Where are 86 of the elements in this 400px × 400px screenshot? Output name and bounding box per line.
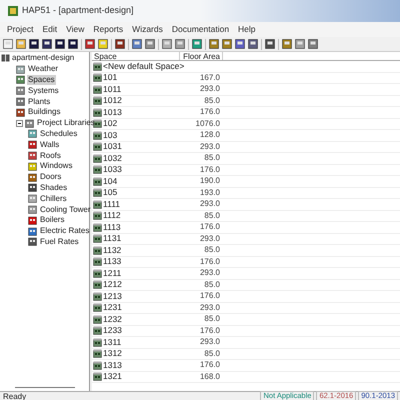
tree-item[interactable]: Schedules xyxy=(39,128,78,139)
tree-item[interactable]: Project Libraries xyxy=(36,118,96,128)
app-icon xyxy=(8,6,18,16)
space-name[interactable]: 1311 xyxy=(103,336,122,349)
tree-item[interactable]: Cooling Tower xyxy=(39,204,92,215)
tree-item[interactable]: Windows xyxy=(39,161,74,172)
tree-item[interactable]: Buildings xyxy=(27,107,62,118)
space-name[interactable]: 1211 xyxy=(103,266,122,280)
floor-area: 176.0 xyxy=(200,359,220,372)
tree-item[interactable]: Shades xyxy=(39,182,68,193)
menu-item[interactable]: Help xyxy=(238,23,256,36)
floor-area: 293.0 xyxy=(200,232,220,245)
space-name[interactable]: 1231 xyxy=(103,301,122,314)
floor-area: 176.0 xyxy=(200,256,220,268)
floor-area: 293.0 xyxy=(200,267,220,280)
space-name[interactable]: 1111 xyxy=(103,198,120,211)
tree-item[interactable]: Systems xyxy=(27,86,60,96)
window-title: HAP51 - [apartment-design] xyxy=(22,4,134,18)
tree-item[interactable]: Roofs xyxy=(39,150,62,161)
space-name[interactable]: 1011 xyxy=(103,82,122,96)
floor-area: 293.0 xyxy=(200,336,220,348)
column-header[interactable]: Floor Area xyxy=(180,52,223,60)
space-name[interactable]: 1132 xyxy=(103,244,122,257)
floor-area: 167.0 xyxy=(200,72,220,84)
space-name[interactable]: 101 xyxy=(103,71,118,84)
space-name[interactable]: 1313 xyxy=(103,358,122,372)
floor-area: 168.0 xyxy=(200,370,220,383)
space-name[interactable]: 1232 xyxy=(103,312,122,326)
space-name[interactable]: 1233 xyxy=(103,324,122,338)
floor-area: 176.0 xyxy=(200,164,220,176)
space-name[interactable]: 1112 xyxy=(103,209,121,222)
space-name[interactable]: 1213 xyxy=(103,290,122,303)
space-name[interactable]: 1012 xyxy=(103,94,122,108)
space-name[interactable]: 105 xyxy=(103,186,118,200)
floor-area: 293.0 xyxy=(200,140,220,153)
tree-item[interactable]: Spaces xyxy=(27,74,56,85)
space-name[interactable]: 1212 xyxy=(103,278,122,292)
floor-area: 85.0 xyxy=(204,94,220,107)
menu-item[interactable]: View xyxy=(66,23,84,36)
floor-area: 1076.0 xyxy=(196,118,220,130)
column-header[interactable]: Space xyxy=(92,52,180,60)
tree-item[interactable]: Weather xyxy=(27,64,60,74)
space-name[interactable]: <New default Space> xyxy=(103,60,184,73)
space-name[interactable]: 1013 xyxy=(103,106,122,119)
floor-area: 85.0 xyxy=(204,210,220,222)
status-message: Ready xyxy=(2,392,28,400)
floor-area: 85.0 xyxy=(204,278,220,291)
space-name[interactable]: 1312 xyxy=(103,347,122,360)
floor-area: 190.0 xyxy=(200,175,220,188)
menu-item[interactable]: Project xyxy=(7,23,34,36)
floor-area: 193.0 xyxy=(200,186,220,199)
floor-area: 85.0 xyxy=(204,348,220,360)
tree-item[interactable]: Electric Rates xyxy=(39,226,90,236)
tree-item[interactable]: Boilers xyxy=(39,215,66,226)
space-name[interactable]: 1032 xyxy=(103,152,122,165)
menu-item[interactable]: Wizards xyxy=(132,23,163,36)
space-name[interactable]: 1033 xyxy=(103,163,122,176)
tree-item[interactable]: Fuel Rates xyxy=(39,236,80,247)
space-name[interactable]: 1031 xyxy=(103,140,122,154)
floor-area: 293.0 xyxy=(200,83,220,96)
floor-area: 176.0 xyxy=(200,106,220,118)
space-name[interactable]: 1133 xyxy=(103,255,122,268)
collapse-toggle[interactable] xyxy=(16,120,23,127)
floor-area: 85.0 xyxy=(204,313,220,326)
menu-item[interactable]: Reports xyxy=(93,23,124,36)
tree-root[interactable]: apartment-design xyxy=(12,53,74,64)
floor-area: 293.0 xyxy=(200,198,220,210)
tree-item[interactable]: Doors xyxy=(39,172,62,182)
space-name[interactable]: 1131 xyxy=(103,232,122,246)
floor-area: 176.0 xyxy=(200,324,220,337)
tree-item[interactable]: Chillers xyxy=(39,194,68,204)
floor-area: 293.0 xyxy=(200,302,220,314)
space-name[interactable]: 1321 xyxy=(103,370,122,384)
tree-item[interactable]: Plants xyxy=(27,96,52,107)
floor-area: 85.0 xyxy=(204,244,220,256)
space-name[interactable]: 1113 xyxy=(103,220,121,234)
space-name[interactable]: 104 xyxy=(103,174,118,188)
floor-area: 128.0 xyxy=(200,129,220,142)
tree-item[interactable]: Walls xyxy=(39,140,60,150)
floor-area: 176.0 xyxy=(200,290,220,302)
menu-item[interactable]: Edit xyxy=(42,23,58,36)
floor-area: 176.0 xyxy=(200,221,220,234)
floor-area: 85.0 xyxy=(204,152,220,164)
menu-item[interactable]: Documentation xyxy=(172,23,230,36)
space-name[interactable]: 103 xyxy=(103,128,118,142)
space-name[interactable]: 102 xyxy=(103,117,118,130)
